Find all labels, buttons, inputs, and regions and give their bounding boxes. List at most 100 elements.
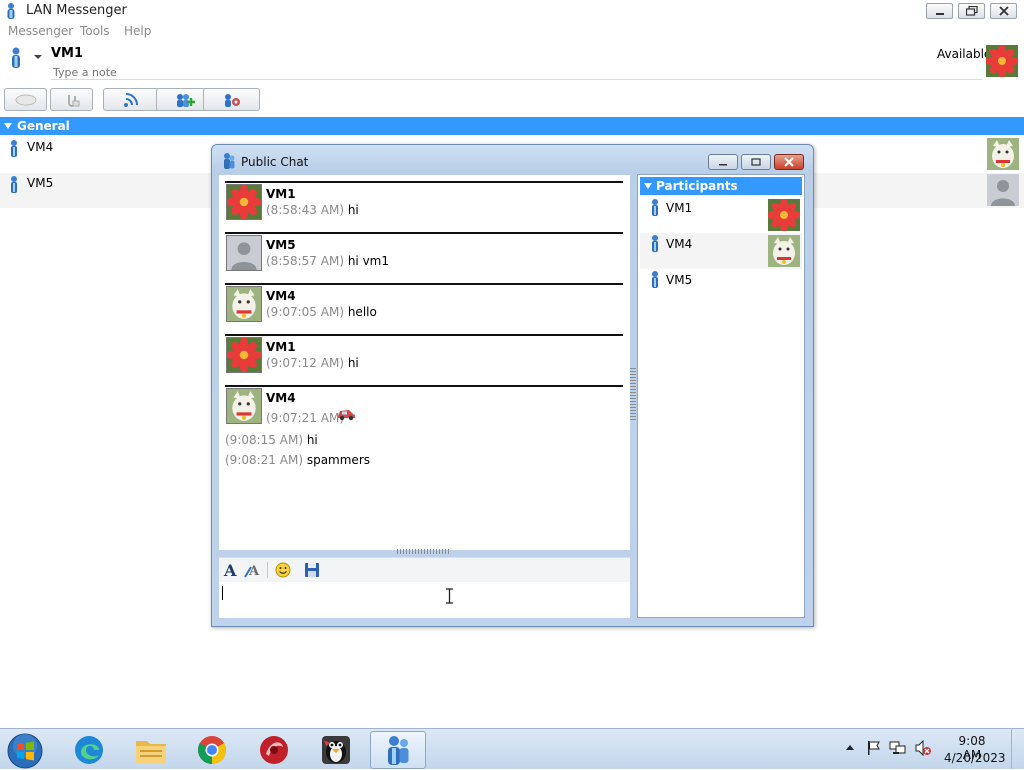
clock-date[interactable]: 4/20/2023 [944,751,1006,765]
attach-paperclip-icon [64,92,80,108]
group-settings-icon [221,92,243,108]
chat-button[interactable] [4,88,47,111]
action-center-flag-icon[interactable] [866,740,882,756]
message-time: (9:07:21 AM) [266,411,344,425]
lucky-cat-avatar-icon [227,389,261,423]
attach-file-button[interactable] [50,88,93,111]
window-title: LAN Messenger [26,3,127,18]
status-person-icon[interactable] [9,47,23,69]
participant-row-vm4[interactable]: VM4 [640,233,802,269]
ibeam-cursor-icon [445,588,454,604]
message-avatar [226,184,262,220]
maximize-icon [751,158,761,166]
show-hidden-icons-arrow[interactable] [846,745,854,750]
chat-minimize-button[interactable] [708,154,738,170]
text-caret [222,586,223,600]
message-time: (8:58:43 AM) [266,203,344,217]
horizontal-splitter-handle[interactable] [397,549,451,554]
show-desktop-button[interactable] [1011,729,1024,769]
flower-avatar-icon [986,45,1018,77]
chat-bubble-icon [14,93,38,107]
message-line: (8:58:43 AM) hi [266,203,359,217]
maximize-button[interactable] [958,3,985,19]
flower-avatar-icon [227,338,261,372]
chat-close-button[interactable] [774,154,804,170]
menu-help[interactable]: Help [124,24,151,38]
font-icon: A [223,562,239,578]
message-time: (9:08:15 AM) [225,433,303,447]
message-input[interactable] [219,582,630,618]
message-avatar [226,388,262,424]
edge-icon [75,736,103,764]
network-icon[interactable] [889,740,907,756]
group-label: General [17,119,70,133]
message-sender: VM1 [266,340,296,354]
note-input[interactable] [51,65,983,80]
red-app-icon [260,736,288,764]
messenger-person-icon [4,3,18,19]
volume-muted-icon[interactable] [914,740,932,756]
status-text[interactable]: Available [937,47,991,61]
lucky-cat-avatar-icon [227,287,261,321]
contact-name: VM5 [27,176,54,190]
participant-row-vm1[interactable]: VM1 [640,197,802,233]
participants-header[interactable]: Participants [640,177,802,195]
taskbar-lan-messenger[interactable] [370,731,426,769]
format-toolbar: A A [219,557,630,582]
main-title-bar[interactable]: LAN Messenger [0,0,1024,22]
save-icon [304,562,320,578]
expand-arrow-icon [644,183,652,189]
group-header-general[interactable]: General [0,117,1024,135]
menu-messenger[interactable]: Messenger [8,24,73,38]
message-avatar [226,235,262,271]
close-icon [784,157,794,167]
message-sender: VM5 [266,238,296,252]
chrome-icon [198,736,226,764]
minimize-icon [718,158,728,166]
start-button[interactable] [6,732,44,770]
close-button[interactable] [990,3,1017,19]
menu-tools[interactable]: Tools [80,24,110,38]
user-name[interactable]: VM1 [51,46,83,61]
font-button[interactable]: A [221,561,241,579]
default-person-avatar-icon [227,236,261,270]
svg-text:A: A [223,562,237,578]
participant-row-vm5[interactable]: VM5 [640,269,802,305]
taskbar-file-explorer[interactable] [125,731,177,769]
participant-name: VM5 [666,273,693,287]
save-button[interactable] [302,561,322,579]
status-dropdown-arrow-icon[interactable] [34,55,42,59]
message-text: hi [347,203,359,217]
message-avatar [226,286,262,322]
vertical-splitter-handle[interactable] [630,368,636,422]
smiley-icon [275,562,291,578]
participants-pane[interactable]: Participants VM1 VM4 VM5 [637,174,805,618]
message-text: hi [306,433,318,447]
participant-status-icon [650,271,660,289]
minimize-button[interactable] [926,3,953,19]
taskbar-red-app[interactable] [248,731,300,769]
taskbar-chrome[interactable] [186,731,238,769]
chat-maximize-button[interactable] [741,154,771,170]
chat-continued-line: (9:08:15 AM) hi [225,433,318,447]
broadcast-button[interactable] [103,88,160,111]
taskbar-penguin-app[interactable] [310,731,362,769]
self-avatar[interactable] [986,45,1018,77]
chat-message: VM4 (9:07:05 AM) hello [225,283,623,333]
font-color-button[interactable]: A [243,561,263,579]
participants-header-label: Participants [656,179,738,193]
lan-messenger-icon [388,736,409,765]
chat-title: Public Chat [241,155,309,169]
flower-avatar-icon [768,199,800,231]
message-time: (9:07:05 AM) [266,305,344,319]
chat-message: VM1 (8:58:43 AM) hi [225,181,623,231]
taskbar-edge[interactable] [63,731,115,769]
maximize-icon [965,6,978,16]
chat-message: VM4 (9:07:21 AM) [225,385,623,435]
menu-bar: Messenger Tools Help [0,22,1024,41]
message-history-pane[interactable]: VM1 (8:58:43 AM) hi VM5 (8:58:57 AM) hi … [219,175,630,550]
lucky-cat-avatar-icon [987,138,1019,170]
emoticon-button[interactable] [273,561,293,579]
message-avatar [226,337,262,373]
group-settings-button[interactable] [203,88,260,111]
